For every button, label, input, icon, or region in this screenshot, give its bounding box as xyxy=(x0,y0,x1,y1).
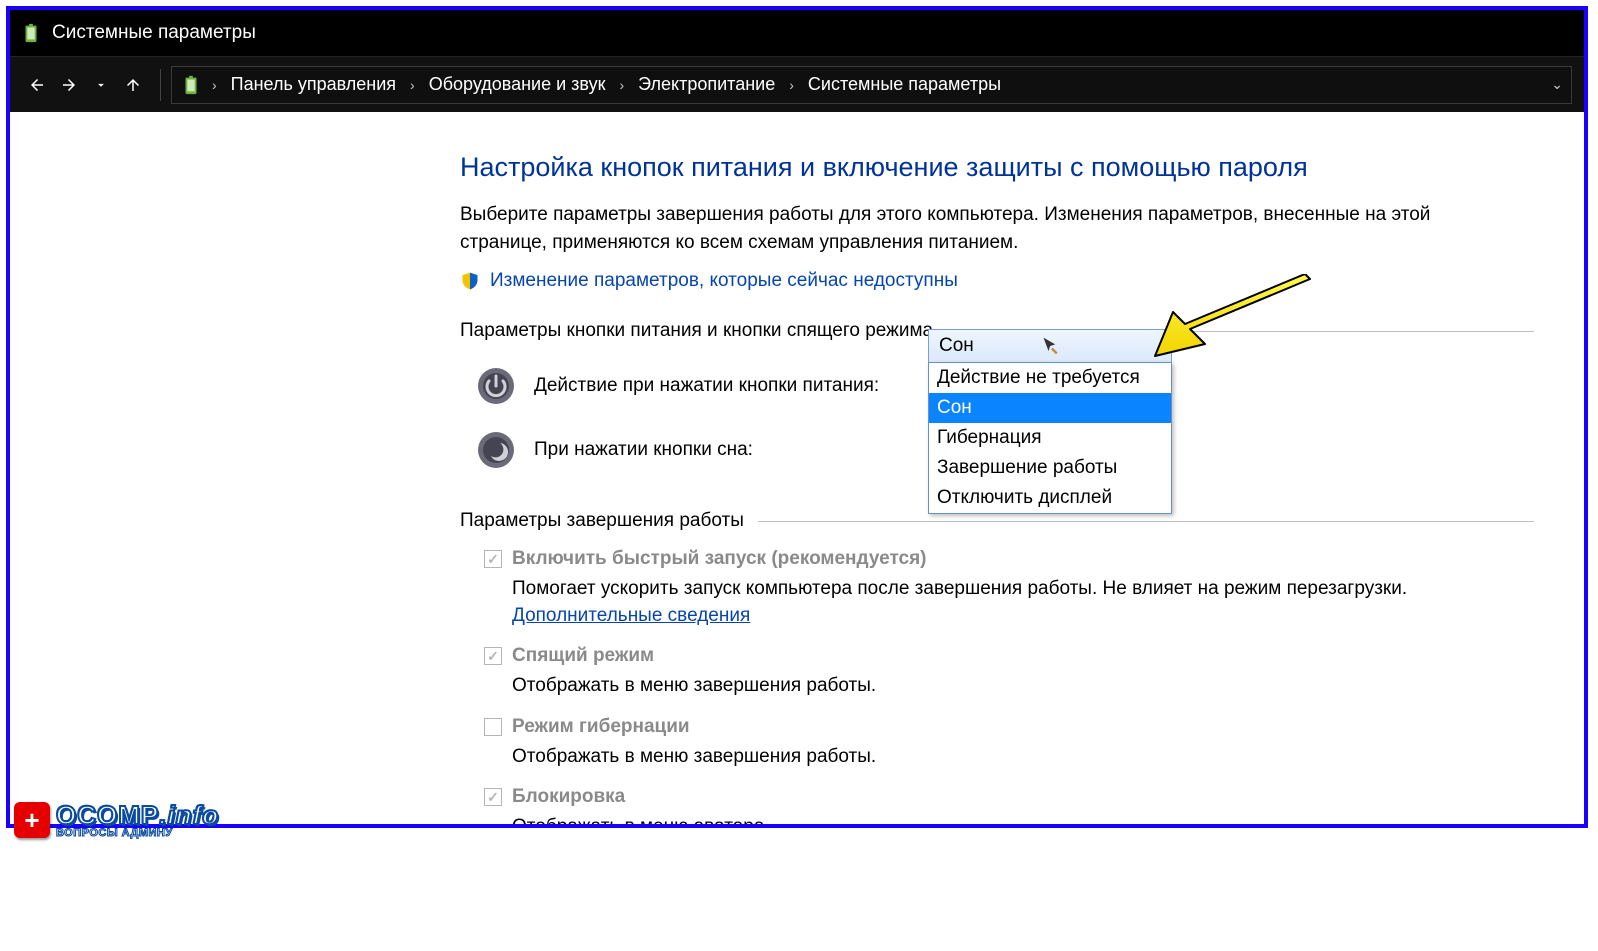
checkbox-lock[interactable]: ✓ xyxy=(484,788,502,806)
option-hibernate: Режим гибернации Отображать в меню завер… xyxy=(460,716,1534,771)
dropdown-option-no-action[interactable]: Действие не требуется xyxy=(929,363,1171,393)
shield-icon xyxy=(460,271,480,291)
section-shutdown-settings: Параметры завершения работы ✓ Включить б… xyxy=(460,510,1534,828)
nav-up-button[interactable] xyxy=(118,70,148,100)
crumb-power-options[interactable]: Электропитание xyxy=(634,72,779,97)
option-label: Блокировка xyxy=(512,786,625,808)
battery-icon xyxy=(180,74,202,96)
checkbox-hibernate[interactable] xyxy=(484,718,502,736)
nav-recent-button[interactable] xyxy=(86,70,116,100)
chevron-down-icon[interactable]: ⌄ xyxy=(1551,76,1563,93)
nav-back-button[interactable] xyxy=(22,70,52,100)
watermark: + OCOMP.info ВОПРОСЫ АДМИНУ xyxy=(14,800,219,839)
dropdown-option-shutdown[interactable]: Завершение работы xyxy=(929,453,1171,483)
power-action-combobox[interactable]: Сон xyxy=(928,329,1172,363)
divider xyxy=(758,521,1534,522)
option-fast-startup: ✓ Включить быстрый запуск (рекомендуется… xyxy=(460,548,1534,629)
option-lock: ✓ Блокировка Отображать в меню аватара. xyxy=(460,786,1534,828)
unlock-settings-link[interactable]: Изменение параметров, которые сейчас нед… xyxy=(490,270,958,292)
watermark-main: OCOMP xyxy=(56,800,159,830)
section-title-text: Параметры завершения работы xyxy=(460,510,744,532)
option-desc: Отображать в меню завершения работы. xyxy=(512,744,1534,771)
titlebar: Системные параметры xyxy=(10,10,1584,56)
checkbox-sleep-mode[interactable]: ✓ xyxy=(484,647,502,665)
option-sleep-mode: ✓ Спящий режим Отображать в меню заверше… xyxy=(460,645,1534,700)
watermark-plus-icon: + xyxy=(14,802,50,838)
watermark-suffix: .info xyxy=(159,800,219,830)
breadcrumb[interactable]: › Панель управления › Оборудование и зву… xyxy=(171,66,1572,104)
option-desc: Отображать в меню завершения работы. xyxy=(512,673,1534,700)
power-button-label: Действие при нажатии кнопки питания: xyxy=(534,375,879,397)
power-action-combo-wrap: Сон Действие не требуется Сон Гибернация… xyxy=(928,329,1172,363)
page-description: Выберите параметры завершения работы для… xyxy=(460,201,1520,256)
option-label: Включить быстрый запуск (рекомендуется) xyxy=(512,548,927,570)
window-frame: Системные параметры › Панель управления … xyxy=(6,6,1588,828)
chevron-right-icon[interactable]: › xyxy=(406,77,419,93)
nav-separator xyxy=(160,69,161,101)
learn-more-link[interactable]: Дополнительные сведения xyxy=(512,605,750,626)
crumb-hardware-sound[interactable]: Оборудование и звук xyxy=(425,72,610,97)
dropdown-option-hibernate[interactable]: Гибернация xyxy=(929,423,1171,453)
sleep-icon xyxy=(476,430,516,470)
chevron-right-icon[interactable]: › xyxy=(615,77,628,93)
checkbox-fast-startup[interactable]: ✓ xyxy=(484,550,502,568)
page-heading: Настройка кнопок питания и включение защ… xyxy=(460,152,1534,183)
option-desc: Отображать в меню аватара. xyxy=(512,814,1534,828)
combo-selected-value: Сон xyxy=(939,335,974,357)
content-area: Настройка кнопок питания и включение защ… xyxy=(10,112,1584,824)
crumb-system-settings[interactable]: Системные параметры xyxy=(804,72,1005,97)
battery-icon xyxy=(20,22,42,44)
option-desc: Помогает ускорить запуск компьютера посл… xyxy=(512,578,1407,599)
chevron-right-icon[interactable]: › xyxy=(785,77,798,93)
option-label: Режим гибернации xyxy=(512,716,690,738)
chevron-right-icon[interactable]: › xyxy=(208,77,221,93)
nav-forward-button[interactable] xyxy=(54,70,84,100)
dropdown-option-display-off[interactable]: Отключить дисплей xyxy=(929,483,1171,513)
dropdown-option-sleep[interactable]: Сон xyxy=(929,393,1171,423)
unlock-settings-row: Изменение параметров, которые сейчас нед… xyxy=(460,270,1534,292)
option-label: Спящий режим xyxy=(512,645,654,667)
power-action-dropdown: Действие не требуется Сон Гибернация Зав… xyxy=(928,362,1172,514)
navbar: › Панель управления › Оборудование и зву… xyxy=(10,56,1584,112)
section-title-text: Параметры кнопки питания и кнопки спящег… xyxy=(460,320,933,342)
sleep-button-label: При нажатии кнопки сна: xyxy=(534,439,753,461)
power-icon xyxy=(476,366,516,406)
watermark-sub: ВОПРОСЫ АДМИНУ xyxy=(56,827,219,839)
crumb-control-panel[interactable]: Панель управления xyxy=(227,72,400,97)
cursor-icon xyxy=(1041,336,1061,356)
window-title: Системные параметры xyxy=(52,22,256,44)
